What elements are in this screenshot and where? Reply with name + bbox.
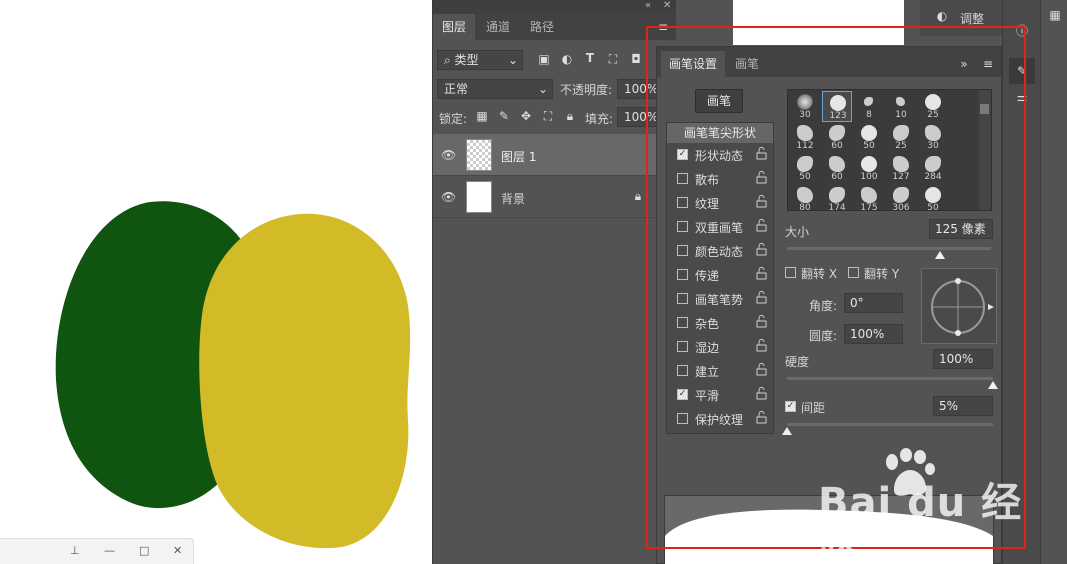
layers-panel: « ✕ 图层 通道 路径 ≡ ⌕ 类型 ⌄ ▣ ◐ T ⛶ ◘ 正常 ⌄ 不透明度:…: [432, 0, 677, 564]
search-icon: ⌕: [444, 53, 455, 67]
layer-thumbnail: [466, 181, 492, 213]
visibility-eye-icon[interactable]: 👁︎: [441, 190, 456, 204]
close-panel-icon[interactable]: ✕: [663, 0, 671, 11]
tab-paths[interactable]: 路径: [521, 14, 563, 40]
lock-image-icon[interactable]: ✎: [497, 109, 511, 123]
type-filter-icon[interactable]: T: [583, 51, 597, 65]
chevron-down-icon: ⌄: [537, 82, 548, 96]
grid-icon[interactable]: ▦: [1047, 8, 1063, 22]
maximize-icon[interactable]: □: [139, 544, 149, 557]
layer-row-background[interactable]: 👁︎ 背景 🔒︎: [433, 176, 677, 218]
opacity-label: 不透明度:: [560, 83, 613, 97]
chevron-down-icon: ⌄: [507, 53, 518, 67]
watermark-brand: Bai du 经验: [818, 480, 1023, 564]
visibility-eye-icon[interactable]: 👁︎: [441, 148, 456, 162]
lock-all-icon[interactable]: 🔒︎: [563, 109, 577, 124]
filter-kind-select[interactable]: ⌕ 类型 ⌄: [437, 50, 523, 70]
image-filter-icon[interactable]: ▣: [537, 52, 551, 66]
lock-label: 锁定:: [439, 112, 468, 126]
layer-name[interactable]: 图层 1: [501, 148, 536, 165]
adjustments-icon: ◐: [936, 9, 948, 23]
layers-tabbar: 图层 通道 路径 ≡: [433, 14, 677, 40]
layer-name[interactable]: 背景: [501, 190, 525, 207]
adjustment-filter-icon[interactable]: ◐: [560, 52, 574, 66]
filter-kind-value: 类型: [454, 53, 479, 67]
lock-position-icon[interactable]: ✥: [519, 109, 533, 123]
watermark-url: jingyan.baidu.com: [820, 518, 959, 536]
lock-transparent-icon[interactable]: ▦: [475, 109, 489, 123]
document-canvas[interactable]: [0, 0, 432, 564]
close-icon[interactable]: ✕: [173, 544, 182, 557]
side-dock: ▦: [1040, 0, 1067, 564]
shape-filter-icon[interactable]: ⛶: [606, 52, 620, 67]
lock-icon: 🔒︎: [634, 189, 642, 203]
collapse-icon[interactable]: «: [645, 0, 651, 11]
tab-layers[interactable]: 图层: [433, 14, 476, 40]
layer-row-layer1[interactable]: 👁︎ 图层 1: [433, 134, 677, 176]
blend-mode-select[interactable]: 正常 ⌄: [437, 79, 553, 99]
tab-channels[interactable]: 通道: [477, 14, 519, 40]
fill-label: 填充:: [585, 112, 614, 126]
baidu-watermark: Bai du 经验 jingyan.baidu.com: [818, 448, 1038, 564]
canvas-artwork: [55, 201, 411, 549]
minimize-icon[interactable]: —: [104, 544, 115, 557]
adjustments-label: 调整: [960, 12, 985, 26]
floating-window-controls: ⊥ — □ ✕: [0, 538, 194, 564]
lock-artboard-icon[interactable]: ⛶: [541, 109, 555, 124]
panel-dock-bar: « ✕: [433, 0, 677, 14]
layer-thumbnail: [466, 139, 492, 171]
pin-icon[interactable]: ⊥: [70, 544, 80, 557]
smart-object-filter-icon[interactable]: ◘: [629, 52, 643, 66]
yellow-blob: [199, 213, 411, 549]
blend-mode-value: 正常: [444, 82, 469, 96]
